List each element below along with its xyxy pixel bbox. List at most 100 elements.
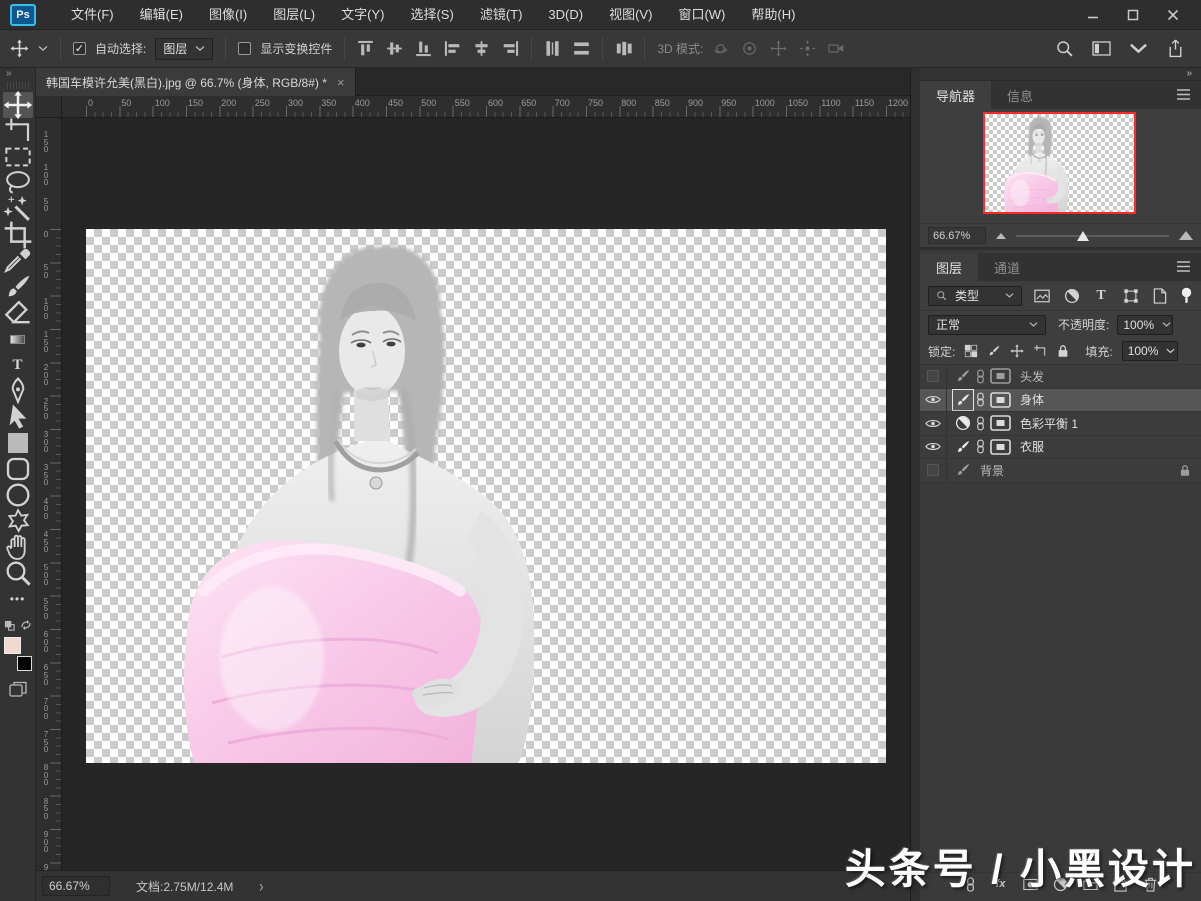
- layer-thumbnail-brush-thumb[interactable]: [955, 439, 971, 455]
- panel-dock-edge[interactable]: [910, 68, 920, 901]
- artboard-lock-icon[interactable]: [1033, 344, 1047, 358]
- align-center-h-icon[interactable]: [473, 40, 490, 57]
- navigator-zoom-field[interactable]: 66.67%: [928, 227, 986, 244]
- dist-space-icon[interactable]: [615, 40, 633, 57]
- zoom-in-icon[interactable]: [1179, 231, 1193, 240]
- chevron-down-icon[interactable]: [1129, 39, 1148, 58]
- align-left-icon[interactable]: [444, 40, 461, 57]
- tool-pen[interactable]: [3, 377, 33, 405]
- tool-type[interactable]: T: [3, 352, 33, 378]
- menu-item[interactable]: 视图(V): [596, 0, 665, 30]
- status-zoom-field[interactable]: 66.67%: [42, 876, 110, 896]
- tab-close-icon[interactable]: ×: [337, 75, 345, 90]
- menu-item[interactable]: 文字(Y): [328, 0, 397, 30]
- canvas-transparent-checkerboard[interactable]: [86, 229, 886, 763]
- tool-crop[interactable]: [3, 221, 33, 249]
- filter-adjust-icon[interactable]: [1064, 288, 1080, 304]
- dist-h-icon[interactable]: [573, 40, 590, 57]
- background-color-swatch[interactable]: [16, 656, 32, 671]
- swap-colors-icon[interactable]: [20, 619, 32, 631]
- tool-gradient[interactable]: [3, 326, 33, 352]
- menu-item[interactable]: 图层(L): [260, 0, 328, 30]
- canvas-viewport[interactable]: [62, 118, 910, 870]
- menu-item[interactable]: 3D(D): [535, 0, 596, 30]
- align-middle-v-icon[interactable]: [386, 40, 403, 57]
- filter-type-dropdown[interactable]: 类型: [928, 285, 1022, 306]
- tool-zoom[interactable]: [3, 560, 33, 586]
- layer-mask-thumbnail[interactable]: [990, 438, 1011, 455]
- visibility-toggle[interactable]: [920, 412, 947, 435]
- navigator-thumbnail[interactable]: [983, 112, 1136, 214]
- foreground-color-swatch[interactable]: [3, 637, 21, 654]
- layer-row[interactable]: 衣服: [920, 435, 1201, 459]
- status-chevron-icon[interactable]: ›: [259, 876, 263, 896]
- tool-rounded-rect[interactable]: [3, 456, 33, 482]
- collapse-panels-button[interactable]: »: [920, 68, 1201, 81]
- layer-thumbnail-brush-thumb[interactable]: [955, 462, 971, 478]
- toolbar-grip[interactable]: [6, 82, 29, 89]
- tool-move[interactable]: [2, 90, 33, 120]
- align-right-icon[interactable]: [502, 40, 519, 57]
- layer-name[interactable]: 背景: [980, 462, 1004, 479]
- chevron-down-icon[interactable]: [38, 40, 48, 57]
- layer-thumbnail-brush-thumb[interactable]: [955, 368, 971, 384]
- tool-magic-wand[interactable]: [2, 195, 33, 222]
- align-top-icon[interactable]: [357, 40, 374, 57]
- layer-row[interactable]: 背景: [920, 459, 1201, 483]
- menu-item[interactable]: 窗口(W): [665, 0, 738, 30]
- layer-thumbnail-brush-thumb[interactable]: [955, 392, 971, 408]
- filter-pin-icon[interactable]: [1180, 287, 1193, 304]
- default-swap-colors[interactable]: [4, 618, 32, 632]
- panel-menu-icon[interactable]: [1176, 260, 1191, 273]
- layer-mask-thumbnail[interactable]: [990, 415, 1011, 432]
- dist-v-icon[interactable]: [544, 40, 561, 57]
- visibility-toggle[interactable]: [920, 459, 947, 482]
- minimize-button[interactable]: [1073, 0, 1113, 30]
- layer-mask-thumbnail[interactable]: [990, 391, 1011, 408]
- tab-navigator[interactable]: 导航器: [920, 81, 992, 109]
- tool-marquee[interactable]: [3, 144, 33, 170]
- filter-shape-icon[interactable]: [1123, 288, 1139, 304]
- visibility-toggle[interactable]: [920, 365, 947, 388]
- menu-item[interactable]: 图像(I): [196, 0, 260, 30]
- navigator-zoom-slider[interactable]: [1016, 229, 1169, 243]
- slider-thumb[interactable]: [1077, 230, 1090, 241]
- menu-item[interactable]: 文件(F): [58, 0, 127, 30]
- layer-row[interactable]: 头发: [920, 365, 1201, 389]
- layer-row[interactable]: 色彩平衡 1: [920, 412, 1201, 436]
- tool-direct-select[interactable]: [3, 404, 33, 430]
- align-bottom-icon[interactable]: [415, 40, 432, 57]
- panel-menu-icon[interactable]: [1176, 88, 1191, 101]
- tool-eraser[interactable]: [3, 300, 33, 326]
- move-lock-icon[interactable]: [1010, 344, 1024, 358]
- menu-item[interactable]: 选择(S): [397, 0, 466, 30]
- menu-item[interactable]: 帮助(H): [738, 0, 808, 30]
- toolbar-expand-button[interactable]: »: [0, 68, 35, 81]
- layer-name[interactable]: 身体: [1020, 391, 1044, 408]
- tool-eyedropper[interactable]: [3, 248, 33, 274]
- opacity-dropdown[interactable]: 100%: [1117, 314, 1174, 335]
- tool-hand[interactable]: [3, 534, 33, 560]
- fill-dropdown[interactable]: 100%: [1121, 341, 1178, 361]
- filter-smart-icon[interactable]: [1152, 287, 1168, 304]
- blend-mode-dropdown[interactable]: 正常: [928, 314, 1046, 335]
- workspace-icon[interactable]: [1092, 39, 1111, 58]
- layer-row[interactable]: 身体: [920, 388, 1201, 412]
- tab-channels[interactable]: 通道: [978, 253, 1036, 281]
- maximize-button[interactable]: [1113, 0, 1153, 30]
- filter-type-icon[interactable]: T: [1093, 288, 1109, 304]
- layer-name[interactable]: 头发: [1020, 368, 1044, 385]
- tool-brush[interactable]: [3, 274, 33, 300]
- document-tab[interactable]: 韩国车模许允美(黑白).jpg @ 66.7% (身体, RGB/8#) * ×: [36, 68, 356, 96]
- tool-artboard[interactable]: [3, 118, 33, 144]
- auto-select-target-dropdown[interactable]: 图层: [155, 37, 214, 60]
- layer-thumbnail-adjustment[interactable]: [955, 415, 971, 431]
- checker-lock-icon[interactable]: [964, 344, 978, 358]
- menu-item[interactable]: 滤镜(T): [467, 0, 536, 30]
- menu-item[interactable]: 编辑(E): [127, 0, 196, 30]
- tab-layers[interactable]: 图层: [920, 253, 979, 281]
- layer-mask-thumbnail[interactable]: [990, 368, 1011, 385]
- tool-rectangle[interactable]: [3, 430, 33, 456]
- tab-info[interactable]: 信息: [991, 81, 1049, 109]
- tool-lasso[interactable]: [3, 170, 33, 196]
